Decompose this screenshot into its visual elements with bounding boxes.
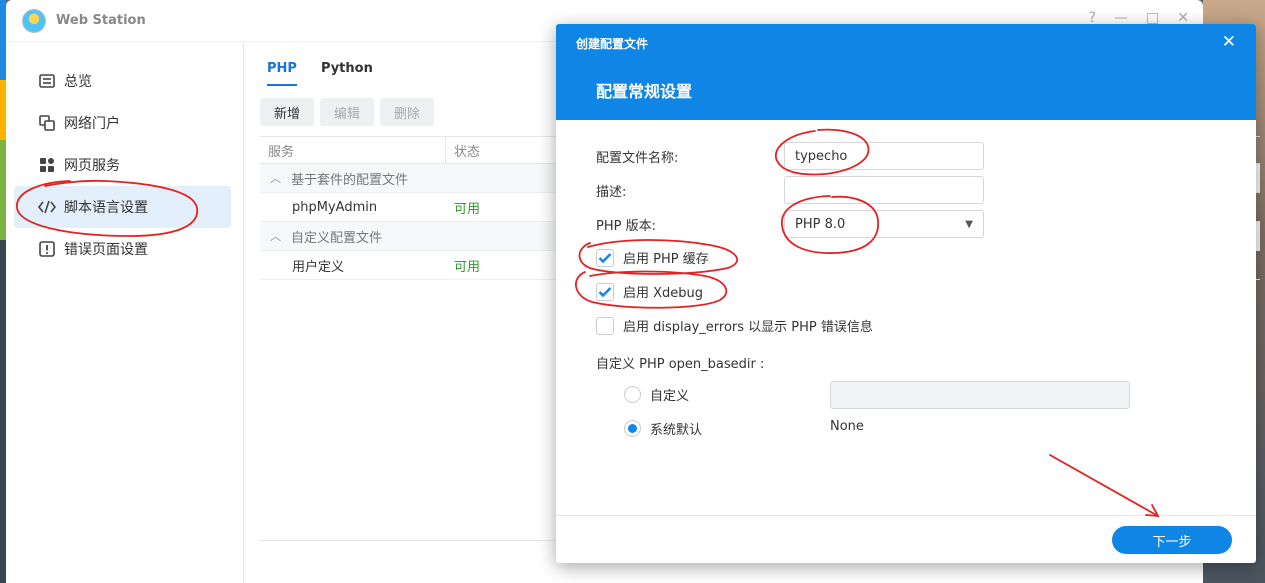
profile-name-label: 配置文件名称:: [596, 150, 679, 166]
open-basedir-label: 自定义 PHP open_basedir :: [596, 357, 765, 372]
edit-button[interactable]: 编辑: [320, 98, 375, 126]
error-icon: [38, 240, 56, 258]
basedir-default-value: None: [830, 419, 864, 434]
basedir-custom-radio[interactable]: [624, 386, 641, 403]
tab-python[interactable]: Python: [321, 42, 373, 94]
sidebar-item-web-service[interactable]: 网页服务: [14, 144, 231, 186]
sidebar-item-label: 错误页面设置: [64, 242, 148, 258]
php-cache-checkbox[interactable]: [596, 248, 614, 267]
dialog-window-title: 创建配置文件: [576, 37, 649, 51]
chevron-up-icon[interactable]: ︿: [270, 228, 281, 244]
portal-icon: [38, 114, 56, 132]
php-version-value: PHP 8.0: [795, 216, 846, 232]
php-version-label: PHP 版本:: [596, 218, 656, 234]
dialog-heading: 配置常规设置: [596, 82, 693, 101]
xdebug-row: 启用 Xdebug: [596, 282, 703, 301]
window-title: Web Station: [56, 13, 146, 28]
code-icon: [38, 198, 56, 216]
php-version-row: PHP 版本: PHP 8.0 ▼: [596, 210, 984, 238]
profile-name-row: 配置文件名称:: [596, 142, 984, 170]
row-status: 可用: [454, 259, 481, 275]
sidebar-item-overview[interactable]: 总览: [14, 60, 231, 102]
dialog-footer: 下一步: [556, 515, 1256, 563]
description-row: 描述:: [596, 176, 984, 204]
column-header-status[interactable]: 状态: [446, 141, 480, 160]
row-service-name: phpMyAdmin: [292, 199, 378, 215]
dialog-header: 创建配置文件 ✕ 配置常规设置: [556, 24, 1256, 120]
display-errors-label[interactable]: 启用 display_errors 以显示 PHP 错误信息: [623, 316, 873, 335]
row-service-name: 用户定义: [292, 259, 345, 275]
description-input[interactable]: [784, 176, 984, 204]
chevron-up-icon[interactable]: ︿: [270, 170, 281, 186]
group-label: 基于套件的配置文件: [291, 172, 409, 188]
sidebar-item-error-page[interactable]: 错误页面设置: [14, 228, 231, 270]
basedir-custom-label[interactable]: 自定义: [650, 385, 689, 404]
basedir-default-row: 系统默认: [624, 419, 702, 438]
xdebug-label[interactable]: 启用 Xdebug: [623, 282, 703, 301]
checkmark-icon: [598, 286, 612, 297]
sidebar-item-script-language[interactable]: 脚本语言设置: [14, 186, 231, 228]
basedir-default-radio[interactable]: [624, 420, 641, 437]
basedir-custom-row: 自定义: [624, 385, 689, 404]
service-icon: [38, 156, 56, 174]
xdebug-checkbox[interactable]: [596, 282, 614, 301]
row-status: 可用: [454, 201, 481, 217]
add-button[interactable]: 新增: [260, 98, 315, 126]
display-errors-row: 启用 display_errors 以显示 PHP 错误信息: [596, 316, 873, 335]
basedir-custom-input[interactable]: [830, 381, 1130, 409]
overview-icon: [38, 72, 56, 90]
php-version-select[interactable]: PHP 8.0 ▼: [784, 210, 984, 238]
sidebar: 总览 网络门户 网页服务 脚本语言设置 错误页面设置: [6, 42, 244, 583]
delete-button[interactable]: 删除: [380, 98, 435, 126]
sidebar-item-label: 网页服务: [64, 158, 120, 174]
sidebar-item-label: 总览: [64, 74, 92, 90]
profile-name-input[interactable]: [784, 142, 984, 170]
create-profile-dialog: 创建配置文件 ✕ 配置常规设置 配置文件名称: 描述: PHP 版本: PHP …: [556, 24, 1256, 563]
basedir-default-label[interactable]: 系统默认: [650, 419, 702, 438]
sidebar-item-label: 脚本语言设置: [64, 200, 148, 216]
table-footer-divider: [260, 540, 560, 541]
dialog-close-icon[interactable]: ✕: [1222, 32, 1236, 52]
next-button[interactable]: 下一步: [1112, 526, 1232, 554]
php-cache-label[interactable]: 启用 PHP 缓存: [623, 248, 709, 267]
display-errors-checkbox[interactable]: [596, 316, 614, 335]
tab-php[interactable]: PHP: [267, 42, 297, 94]
checkmark-icon: [598, 252, 612, 263]
caret-down-icon: ▼: [965, 218, 973, 230]
basedir-default-value-row: None: [830, 419, 864, 434]
column-header-service[interactable]: 服务: [260, 136, 446, 164]
group-label: 自定义配置文件: [291, 230, 383, 246]
php-cache-row: 启用 PHP 缓存: [596, 248, 709, 267]
sidebar-item-portal[interactable]: 网络门户: [14, 102, 231, 144]
web-station-logo-icon: [22, 8, 46, 33]
description-label: 描述:: [596, 184, 627, 200]
sidebar-item-label: 网络门户: [64, 116, 120, 132]
open-basedir-row: 自定义 PHP open_basedir :: [596, 353, 764, 372]
radio-selected-dot: [628, 424, 637, 433]
